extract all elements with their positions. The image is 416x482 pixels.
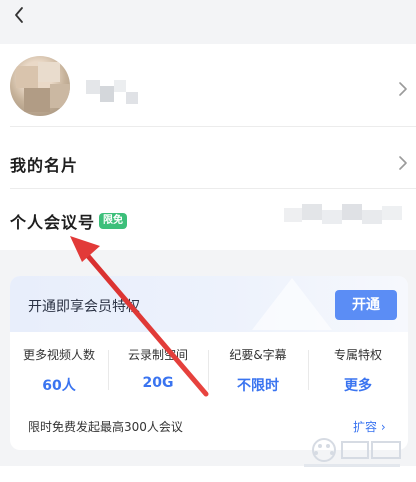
vip-footer-text: 限时免费发起最高300人会议 [28,420,183,434]
avatar[interactable] [10,56,70,116]
divider [10,188,416,189]
chevron-right-icon[interactable] [398,82,408,96]
divider [10,126,416,127]
feature-value: 不限时 [237,378,279,394]
free-badge: 限免 [99,213,127,229]
chevron-right-icon[interactable] [398,156,408,170]
open-vip-button[interactable]: 开通 [335,290,397,320]
feature-video-participants[interactable]: 更多视频人数 60人 [10,346,108,395]
expand-label: 扩容 [353,420,378,434]
vip-title: 开通即享会员特权 [28,299,140,315]
decorative-shape [252,278,332,330]
feature-value: 20G [142,375,174,391]
profile-card: 我的名片 个人会议号 限免 [0,44,416,250]
top-bar [0,0,416,36]
expand-link[interactable]: 扩容 › [353,418,386,435]
vip-card: 开通即享会员特权 开通 更多视频人数 60人 云录制空间 20G 纪要&字幕 不… [10,276,408,450]
chevron-right-icon: › [380,420,386,434]
feature-name: 云录制空间 [127,348,188,362]
feature-name: 纪要&字幕 [229,348,287,362]
feature-value: 60人 [42,378,76,394]
feature-name: 更多视频人数 [22,348,95,362]
feature-value: 更多 [344,378,372,394]
vip-header: 开通即享会员特权 开通 [10,276,408,332]
feature-exclusive[interactable]: 专属特权 更多 [309,346,407,395]
watermark-logo [304,438,401,467]
blurred-name [86,76,146,112]
feature-name: 专属特权 [333,348,382,362]
feature-cloud-storage[interactable]: 云录制空间 20G [109,346,207,391]
feature-minutes-subtitles[interactable]: 纪要&字幕 不限时 [209,346,307,395]
blurred-meeting-id [284,202,404,228]
meeting-id-label[interactable]: 个人会议号 [10,209,95,233]
chevron-left-icon[interactable] [10,4,32,26]
my-card-label[interactable]: 我的名片 [10,152,78,176]
